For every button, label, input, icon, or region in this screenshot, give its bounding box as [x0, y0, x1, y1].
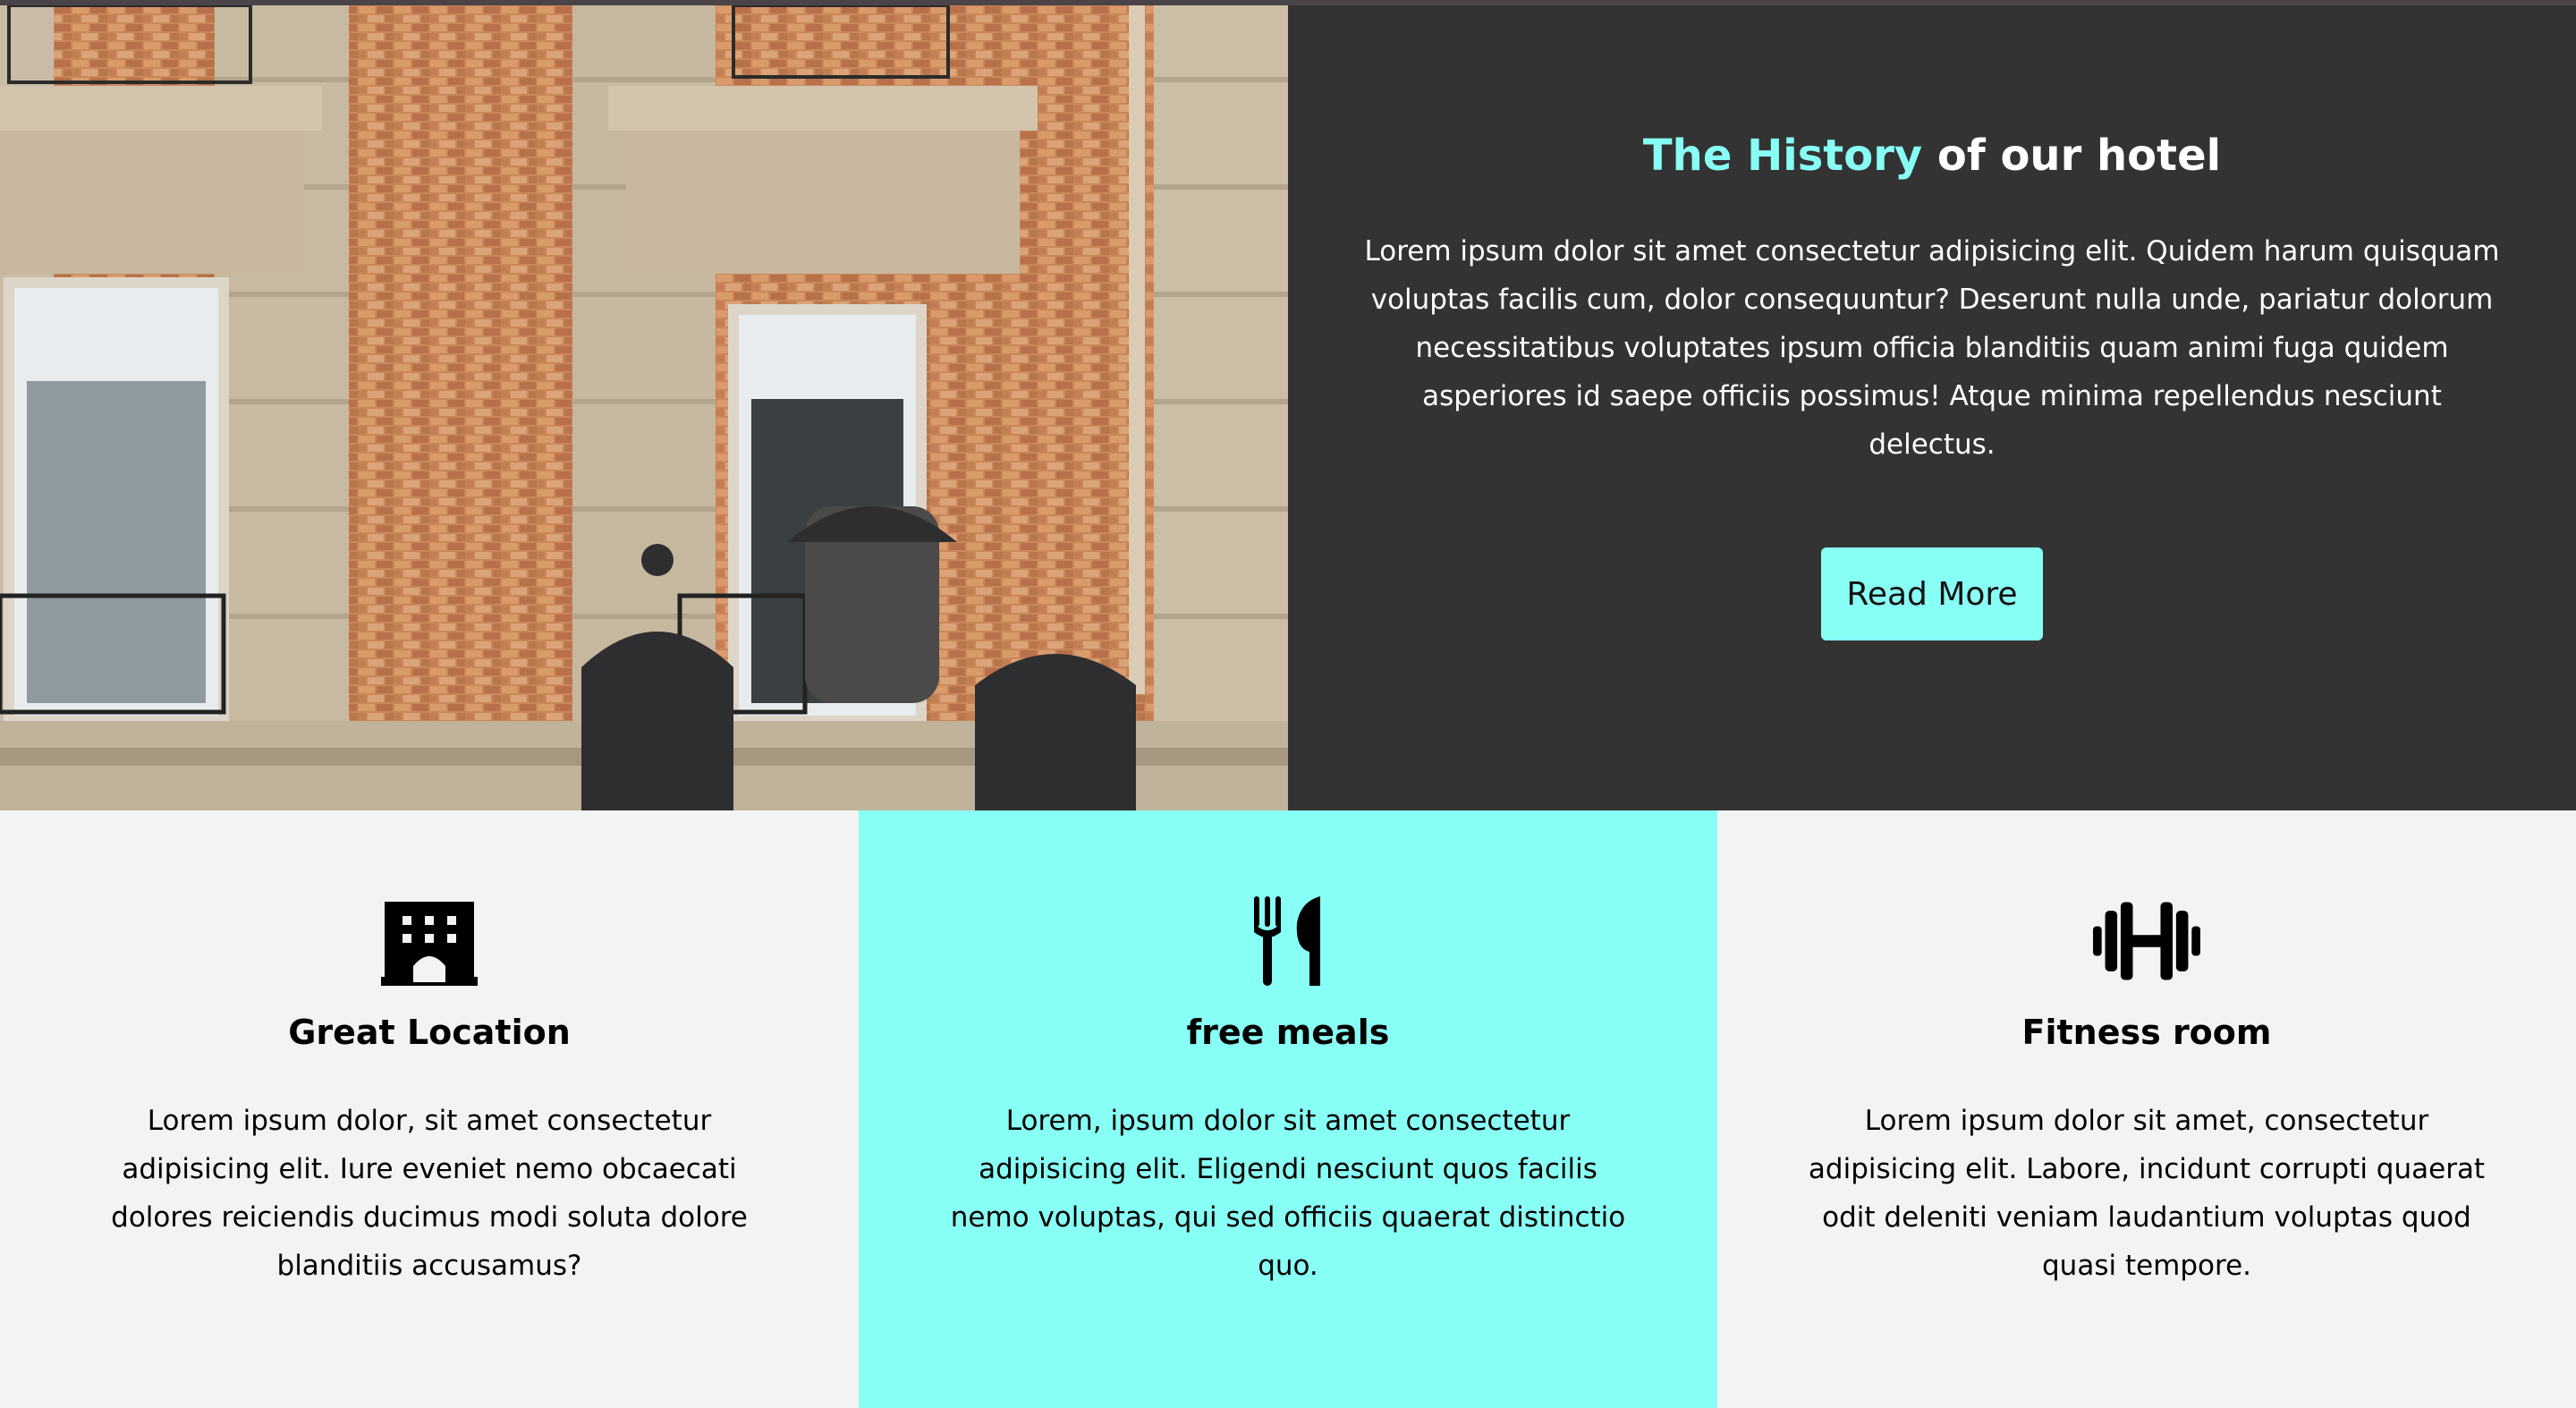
- history-title: The History of our hotel: [1643, 131, 2221, 181]
- features-section: Great Location Lorem ipsum dolor, sit am…: [0, 810, 2576, 1408]
- history-description: Lorem ipsum dolor sit amet consectetur a…: [1364, 235, 2500, 461]
- building-icon: [376, 896, 483, 986]
- feature-card-meals: free meals Lorem, ipsum dolor sit amet c…: [859, 810, 1717, 1408]
- feature-title: Fitness room: [2021, 1013, 2272, 1052]
- feature-text: Lorem ipsum dolor sit amet, consectetur …: [1808, 1105, 2486, 1282]
- history-text-panel: The History of our hotel Lorem ipsum dol…: [1288, 5, 2576, 810]
- feature-text: Lorem, ipsum dolor sit amet consectetur …: [950, 1105, 1626, 1282]
- dumbbell-icon: [2093, 896, 2200, 986]
- read-more-button[interactable]: Read More: [1821, 547, 2043, 640]
- utensils-icon: [1234, 896, 1342, 986]
- feature-card-fitness: Fitness room Lorem ipsum dolor sit amet,…: [1717, 810, 2576, 1408]
- feature-title: Great Location: [288, 1013, 571, 1052]
- feature-title: free meals: [1186, 1013, 1390, 1052]
- history-section: The History of our hotel Lorem ipsum dol…: [0, 5, 2576, 810]
- feature-text: Lorem ipsum dolor, sit amet consectetur …: [111, 1105, 748, 1282]
- hotel-facade-photo: [0, 5, 1288, 810]
- feature-card-location: Great Location Lorem ipsum dolor, sit am…: [0, 810, 859, 1408]
- history-title-accent: The History: [1642, 131, 1923, 181]
- history-title-rest: of our hotel: [1922, 131, 2222, 181]
